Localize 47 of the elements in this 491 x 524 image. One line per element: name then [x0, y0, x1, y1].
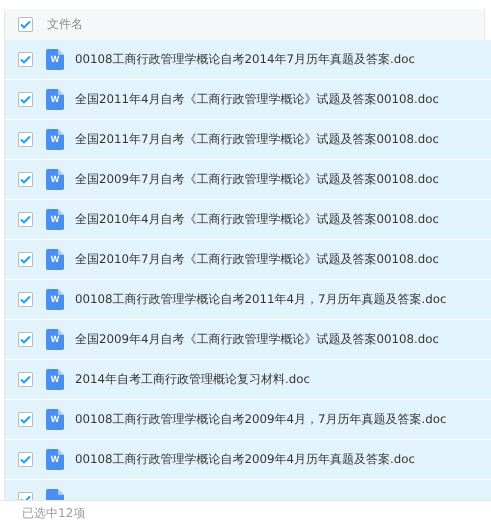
- checkbox[interactable]: [18, 212, 33, 227]
- file-name: 00108工商行政管理学概论自考2009年4月历年真题及答案.doc: [75, 452, 415, 468]
- file-row[interactable]: W 00108工商行政管理学概论自考2009年4月历年真题及答案.doc: [5, 440, 491, 480]
- file-name: 00108工商行政管理学概论自考2014年7月历年真题及答案.doc: [75, 52, 415, 68]
- file-row[interactable]: W 全国2009年4月自考《工商行政管理学概论》试题及答案00108.doc: [5, 320, 491, 360]
- file-row[interactable]: W 全国2011年7月自考《工商行政管理学概论》试题及答案00108.doc: [5, 120, 491, 160]
- word-document-icon: W: [46, 129, 64, 150]
- file-name: 全国2009年7月自考《工商行政管理学概论》试题及答案00108.doc: [75, 172, 439, 188]
- file-name: 00108工商行政管理学概论自考2009年4月，7月历年真题及答案.doc: [75, 412, 447, 428]
- word-document-icon: W: [46, 49, 64, 70]
- checkbox[interactable]: [18, 372, 33, 387]
- file-name: 全国2011年7月自考《工商行政管理学概论》试题及答案00108.doc: [75, 132, 439, 148]
- checkbox[interactable]: [18, 412, 33, 427]
- file-row[interactable]: W 全国2009年7月自考《工商行政管理学概论》试题及答案00108.doc: [5, 160, 491, 200]
- word-document-icon: W: [46, 369, 64, 390]
- file-name: 全国2010年4月自考《工商行政管理学概论》试题及答案00108.doc: [75, 212, 439, 228]
- file-row[interactable]: W 00108工商行政管理学概论自考2009年4月，7月历年真题及答案.doc: [5, 400, 491, 440]
- word-document-icon: W: [46, 169, 64, 190]
- word-document-icon: W: [46, 289, 64, 310]
- checkbox[interactable]: [18, 92, 33, 107]
- file-name: 全国2009年4月自考《工商行政管理学概论》试题及答案00108.doc: [75, 332, 439, 348]
- checkbox[interactable]: [18, 332, 33, 347]
- checkbox[interactable]: [18, 52, 33, 67]
- file-row[interactable]: W 全国2011年4月自考《工商行政管理学概论》试题及答案00108.doc: [5, 80, 491, 120]
- file-row[interactable]: W 全国2010年4月自考《工商行政管理学概论》试题及答案00108.doc: [5, 200, 491, 240]
- word-document-icon: W: [46, 209, 64, 230]
- checkbox[interactable]: [18, 292, 33, 307]
- checkbox[interactable]: [18, 452, 33, 467]
- status-bar: 已选中12项: [0, 500, 491, 524]
- file-row[interactable]: W 全国2010年7月自考《工商行政管理学概论》试题及答案00108.doc: [5, 240, 491, 280]
- word-document-icon: W: [46, 89, 64, 110]
- file-name: 全国2010年7月自考《工商行政管理学概论》试题及答案00108.doc: [75, 252, 439, 268]
- checkbox[interactable]: [18, 252, 33, 267]
- word-document-icon: W: [46, 449, 64, 470]
- column-header: 文件名: [47, 16, 83, 32]
- checkbox[interactable]: [18, 172, 33, 187]
- file-row[interactable]: W 00108工商行政管理学概论自考2011年4月，7月历年真题及答案.doc: [5, 280, 491, 320]
- word-document-icon: W: [46, 329, 64, 350]
- checkbox[interactable]: [18, 17, 33, 32]
- checkbox[interactable]: [18, 132, 33, 147]
- file-name: 2014年自考工商行政管理概论复习材料.doc: [75, 372, 310, 388]
- file-row[interactable]: W 00108工商行政管理学概论自考2014年7月历年真题及答案.doc: [5, 40, 491, 80]
- file-name: 00108工商行政管理学概论自考2011年4月，7月历年真题及答案.doc: [75, 292, 447, 308]
- word-document-icon: W: [46, 409, 64, 430]
- file-row[interactable]: W 2014年自考工商行政管理概论复习材料.doc: [5, 360, 491, 400]
- word-document-icon: W: [46, 249, 64, 270]
- file-name: 全国2011年4月自考《工商行政管理学概论》试题及答案00108.doc: [75, 92, 439, 108]
